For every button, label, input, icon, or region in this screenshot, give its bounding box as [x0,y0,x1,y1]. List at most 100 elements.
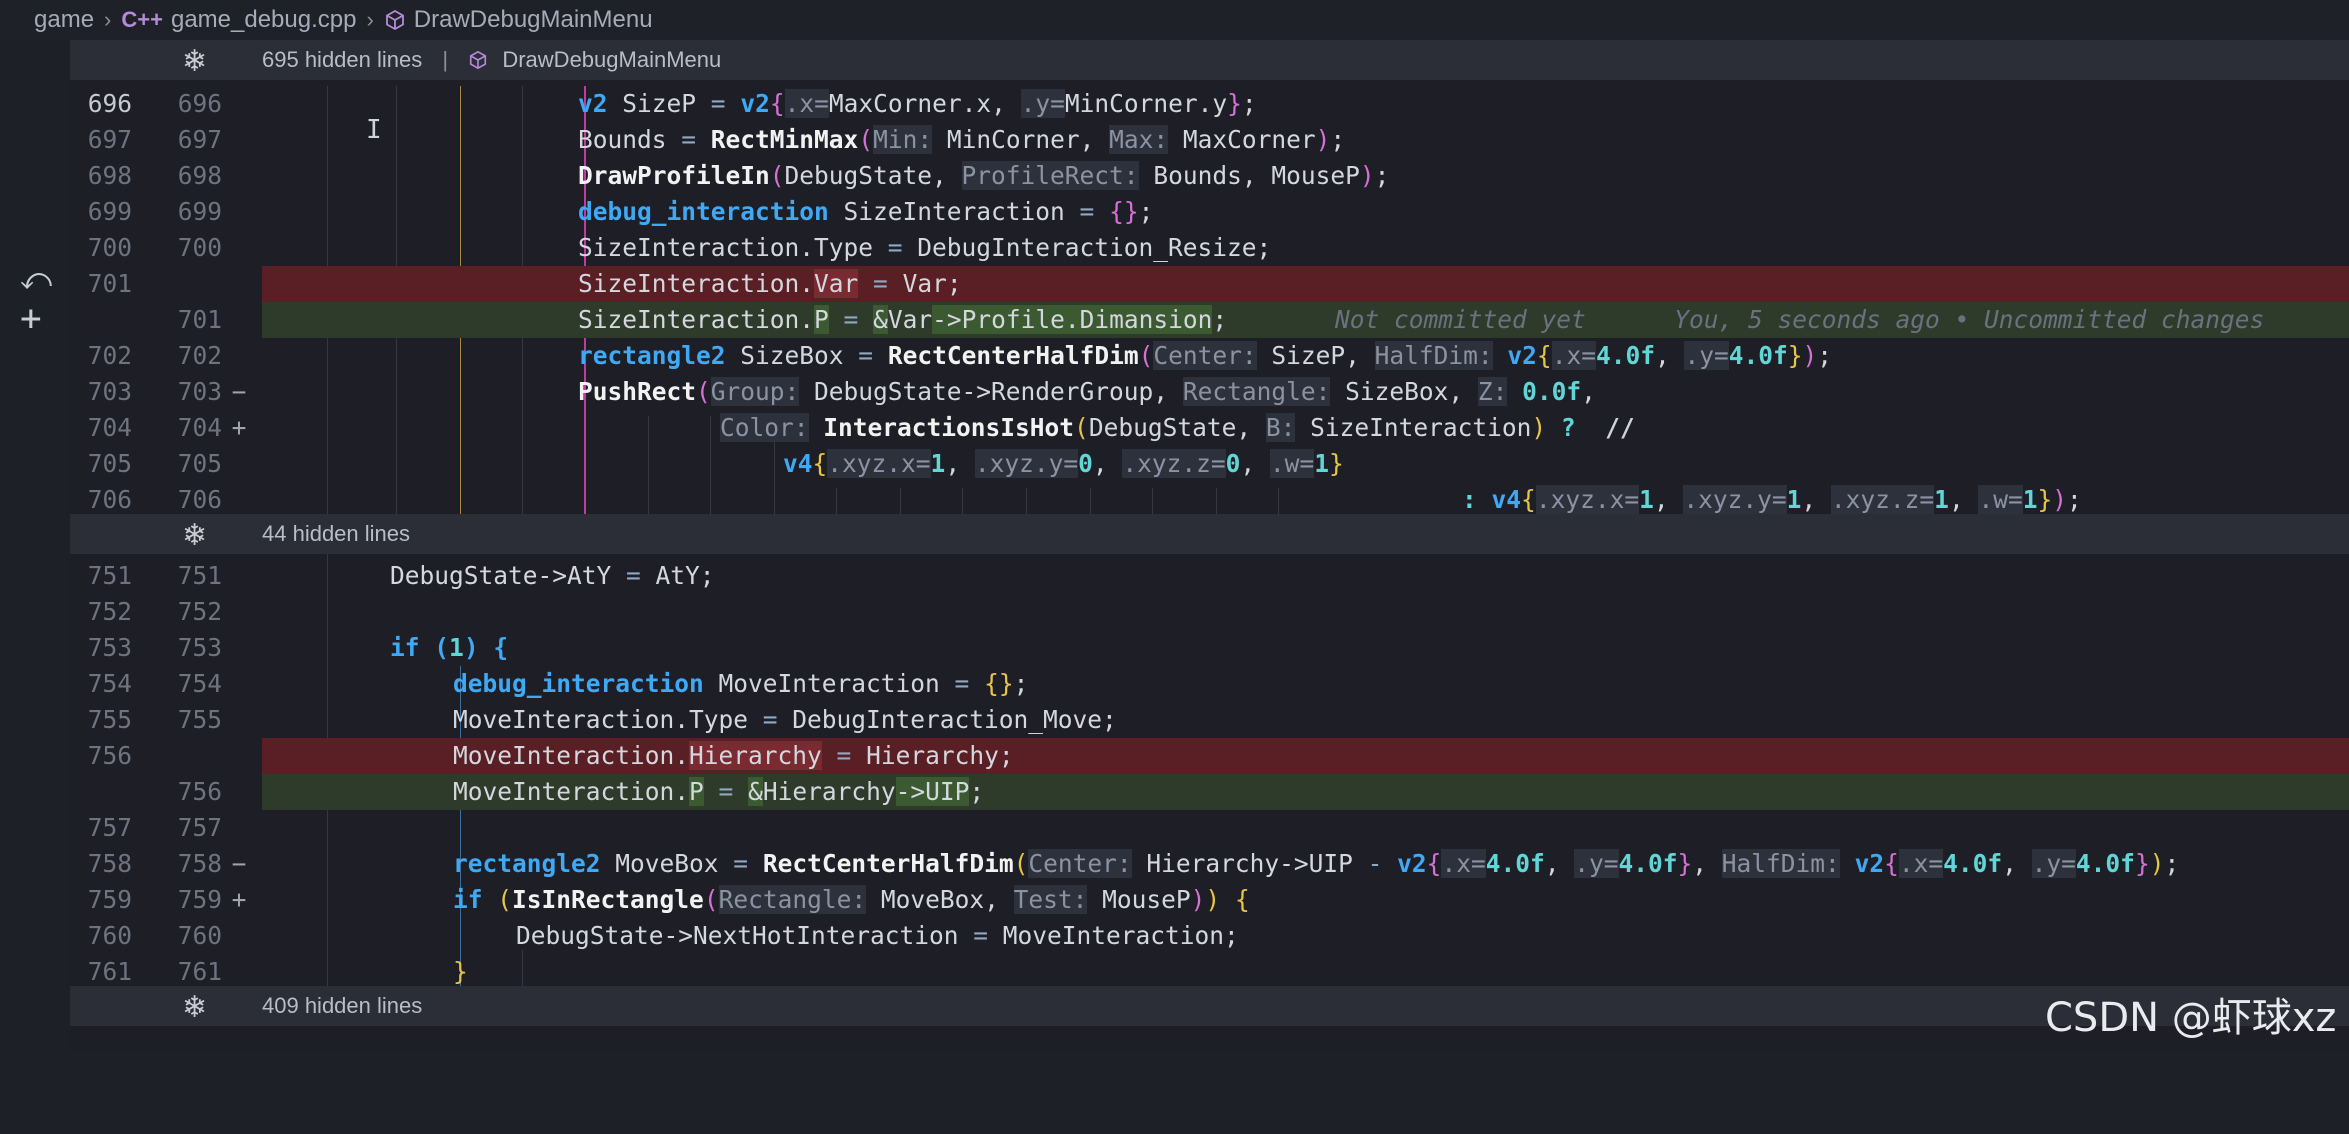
breadcrumb: game › C++ game_debug.cpp › DrawDebugMai… [0,0,2349,40]
breadcrumb-file[interactable]: C++ game_debug.cpp [121,6,356,34]
code-text: Bounds = RectMinMax(Min: MinCorner, Max:… [578,125,1346,154]
fold-bar-hidden-lines[interactable]: ❄ 409 hidden lines [70,986,2349,1026]
code-line[interactable]: 698 698 DrawProfileIn(DebugState, Profil… [70,158,2349,194]
line-number-original: 756 [87,741,132,770]
code-line[interactable]: 705 705 v4{.xyz.x=1, .xyz.y=0, .xyz.z=0,… [70,446,2349,482]
line-number-modified: 696 [177,89,222,118]
code-text: v4{.xyz.x=1, .xyz.y=0, .xyz.z=0, .w=1} [783,449,1344,478]
line-number-modified: 705 [177,449,222,478]
line-number-original: 700 [87,233,132,262]
line-number-original: 704 [87,413,132,442]
code-line[interactable]: 700 700 SizeInteraction.Type = DebugInte… [70,230,2349,266]
code-line[interactable]: 703 703 PushRect(Group: DebugState->Rend… [70,374,2349,410]
code-line[interactable]: 704 704 Color: InteractionsIsHot(DebugSt… [70,410,2349,446]
code-text: rectangle2 SizeBox = RectCenterHalfDim(C… [578,341,1833,370]
unfold-icon[interactable]: ❄ [182,518,207,553]
line-number-modified: 700 [177,233,222,262]
code-line[interactable]: 757 757 [70,810,2349,846]
method-cube-icon [470,50,487,70]
revert-change-icon[interactable]: ⤺ [20,262,52,297]
line-number-modified: 701 [177,305,222,334]
breadcrumb-folder[interactable]: game [34,6,94,34]
hidden-lines-count: 44 hidden lines [262,521,411,546]
fold-bar-hidden-lines[interactable]: ❄ 44 hidden lines [70,514,2349,554]
code-text: debug_interaction MoveInteraction = {}; [453,669,1029,698]
gutter-strip: ⤺ + [0,40,68,1053]
added-code-line[interactable]: 701 + SizeInteraction.P = &Var->Profile.… [70,302,2349,442]
stage-change-plus-icon[interactable]: + [20,298,42,339]
line-number-original: 702 [87,341,132,370]
line-number-original: 698 [87,161,132,190]
fold-symbol: DrawDebugMainMenu [502,47,722,72]
line-number-original: 701 [87,269,132,298]
code-text: debug_interaction SizeInteraction = {}; [578,197,1154,226]
code-text: Color: InteractionsIsHot(DebugState, B: … [720,413,1635,442]
code-text: PushRect(Group: DebugState->RenderGroup,… [578,377,1596,406]
breadcrumb-symbol[interactable]: DrawDebugMainMenu [384,6,653,34]
line-number-original: 751 [87,561,132,590]
line-number-original: 761 [87,957,132,986]
code-line[interactable]: 752 752 [70,594,2349,630]
code-line[interactable]: 758 758 rectangle2 MoveBox = RectCenterH… [70,846,2349,882]
line-number-original: 696 [87,89,132,118]
code-text: } [453,957,468,986]
line-number-modified: 706 [177,485,222,514]
code-line[interactable]: 699 699 debug_interaction SizeInteractio… [70,194,2349,230]
line-number-original: 706 [87,485,132,514]
line-number-original: 754 [87,669,132,698]
line-number-original: 705 [87,449,132,478]
code-line[interactable]: 696 696 v2 SizeP = v2{.x=MaxCorner.x, .y… [70,86,2349,122]
breadcrumb-file-label: game_debug.cpp [170,6,357,33]
line-number-original: 699 [87,197,132,226]
code-line[interactable]: 754 754 debug_interaction MoveInteractio… [70,666,2349,702]
line-number-modified: 702 [177,341,222,370]
code-line[interactable]: 753 753 if (1) { [70,630,2349,666]
line-number-original: 703 [87,377,132,406]
line-number-modified: 752 [177,597,222,626]
code-editor[interactable]: ❄ 695 hidden lines | DrawDebugMainMenu 6… [70,40,2349,1053]
line-number-original: 759 [87,885,132,914]
code-line[interactable]: 697 697 Bounds = RectMinMax(Min: MinCorn… [70,122,2349,158]
unfold-icon[interactable]: ❄ [182,44,207,79]
cpp-file-icon: C++ [121,7,163,32]
removed-code-line[interactable]: 756 − MoveInteraction.Hierarchy = Hierar… [70,738,2349,878]
code-text: v2 SizeP = v2{.x=MaxCorner.x, .y=MinCorn… [578,89,1257,118]
chevron-right-icon: › [366,7,374,32]
watermark: CSDN @虾球xz [2045,995,2337,1041]
line-number-modified: 704 [177,413,222,442]
code-line[interactable]: 755 755 MoveInteraction.Type = DebugInte… [70,702,2349,738]
code-text: DebugState->AtY = AtY; [390,561,715,590]
line-number-original: 752 [87,597,132,626]
added-code-line[interactable]: 756 + MoveInteraction.P = &Hierarchy->UI… [70,774,2349,914]
code-text: SizeInteraction.Type = DebugInteraction_… [578,233,1272,262]
line-number-original: 757 [87,813,132,842]
line-number-original: 760 [87,921,132,950]
code-text: if (IsInRectangle(Rectangle: MoveBox, Te… [453,885,1250,914]
code-line[interactable]: 702 702 rectangle2 SizeBox = RectCenterH… [70,338,2349,374]
method-cube-icon [385,9,404,31]
line-number-original: 758 [87,849,132,878]
line-number-original: 697 [87,125,132,154]
breadcrumb-symbol-label: DrawDebugMainMenu [413,6,653,33]
fold-bar-hidden-lines[interactable]: ❄ 695 hidden lines | DrawDebugMainMenu [70,40,2349,80]
unfold-icon[interactable]: ❄ [182,990,207,1025]
removed-code-line[interactable]: 701 − SizeInteraction.Var = Var; [70,266,2349,406]
line-number-modified: 751 [177,561,222,590]
line-number-modified: 754 [177,669,222,698]
line-number-modified: 758 [177,849,222,878]
code-line[interactable]: 706 706 : v4{.xyz.x=1, .xyz.y=1, .xyz.z=… [70,482,2349,518]
line-number-modified: 759 [177,885,222,914]
code-line[interactable]: 751 751 DebugState->AtY = AtY; [70,558,2349,594]
hidden-lines-count: 695 hidden lines [262,47,423,72]
hidden-lines-count: 409 hidden lines [262,993,423,1018]
breadcrumb-folder-label: game [34,6,95,33]
code-text: SizeInteraction.P = &Var->Profile.Dimans… [578,305,1228,334]
line-number-modified: 699 [177,197,222,226]
git-blame-annotation[interactable]: Not committed yet You, 5 seconds ago • U… [1335,302,2264,338]
line-number-modified: 698 [177,161,222,190]
line-number-modified: 755 [177,705,222,734]
fold-divider: | [442,47,449,72]
code-line[interactable]: 760 760 DebugState->NextHotInteraction =… [70,918,2349,954]
code-line[interactable]: 759 759 if (IsInRectangle(Rectangle: Mov… [70,882,2349,918]
code-line[interactable]: 761 761 } [70,954,2349,990]
